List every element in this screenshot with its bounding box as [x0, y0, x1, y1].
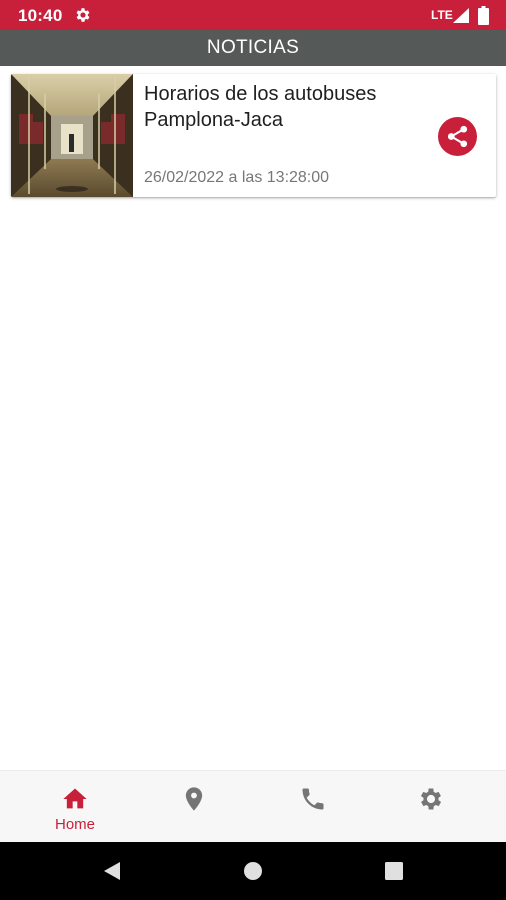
phone-icon	[302, 788, 324, 810]
share-button[interactable]	[438, 117, 477, 156]
location-pin-icon	[185, 787, 203, 811]
status-time: 10:40	[18, 6, 63, 25]
gear-icon	[76, 8, 90, 22]
nav-item-location[interactable]	[131, 771, 257, 843]
nav-item-settings[interactable]	[368, 771, 494, 843]
bottom-navigation: Home	[0, 770, 506, 843]
recents-square-icon[interactable]	[383, 860, 405, 882]
system-navigation-bar	[0, 842, 506, 900]
page-title: NOTICIAS	[206, 37, 300, 58]
news-title[interactable]: Horarios de los autobuses Pamplona-Jaca	[144, 81, 434, 133]
home-icon	[63, 788, 87, 809]
network-type: LTE	[431, 8, 453, 22]
battery-icon	[478, 6, 489, 25]
bus-interior-photo	[11, 74, 133, 197]
app-bar: NOTICIAS	[0, 30, 506, 66]
status-bar: 10:40 LTE	[0, 0, 506, 30]
back-icon[interactable]	[101, 860, 123, 882]
home-circle-icon[interactable]	[242, 860, 264, 882]
signal-icon	[453, 8, 469, 23]
nav-item-home[interactable]: Home	[12, 771, 138, 843]
news-date: 26/02/2022 a las 13:28:00	[144, 169, 330, 186]
share-icon	[447, 125, 468, 148]
nav-item-phone[interactable]	[250, 771, 376, 843]
settings-gear-icon	[420, 788, 442, 810]
news-card[interactable]: Horarios de los autobuses Pamplona-Jaca …	[11, 74, 496, 197]
nav-label-home: Home	[54, 816, 95, 833]
